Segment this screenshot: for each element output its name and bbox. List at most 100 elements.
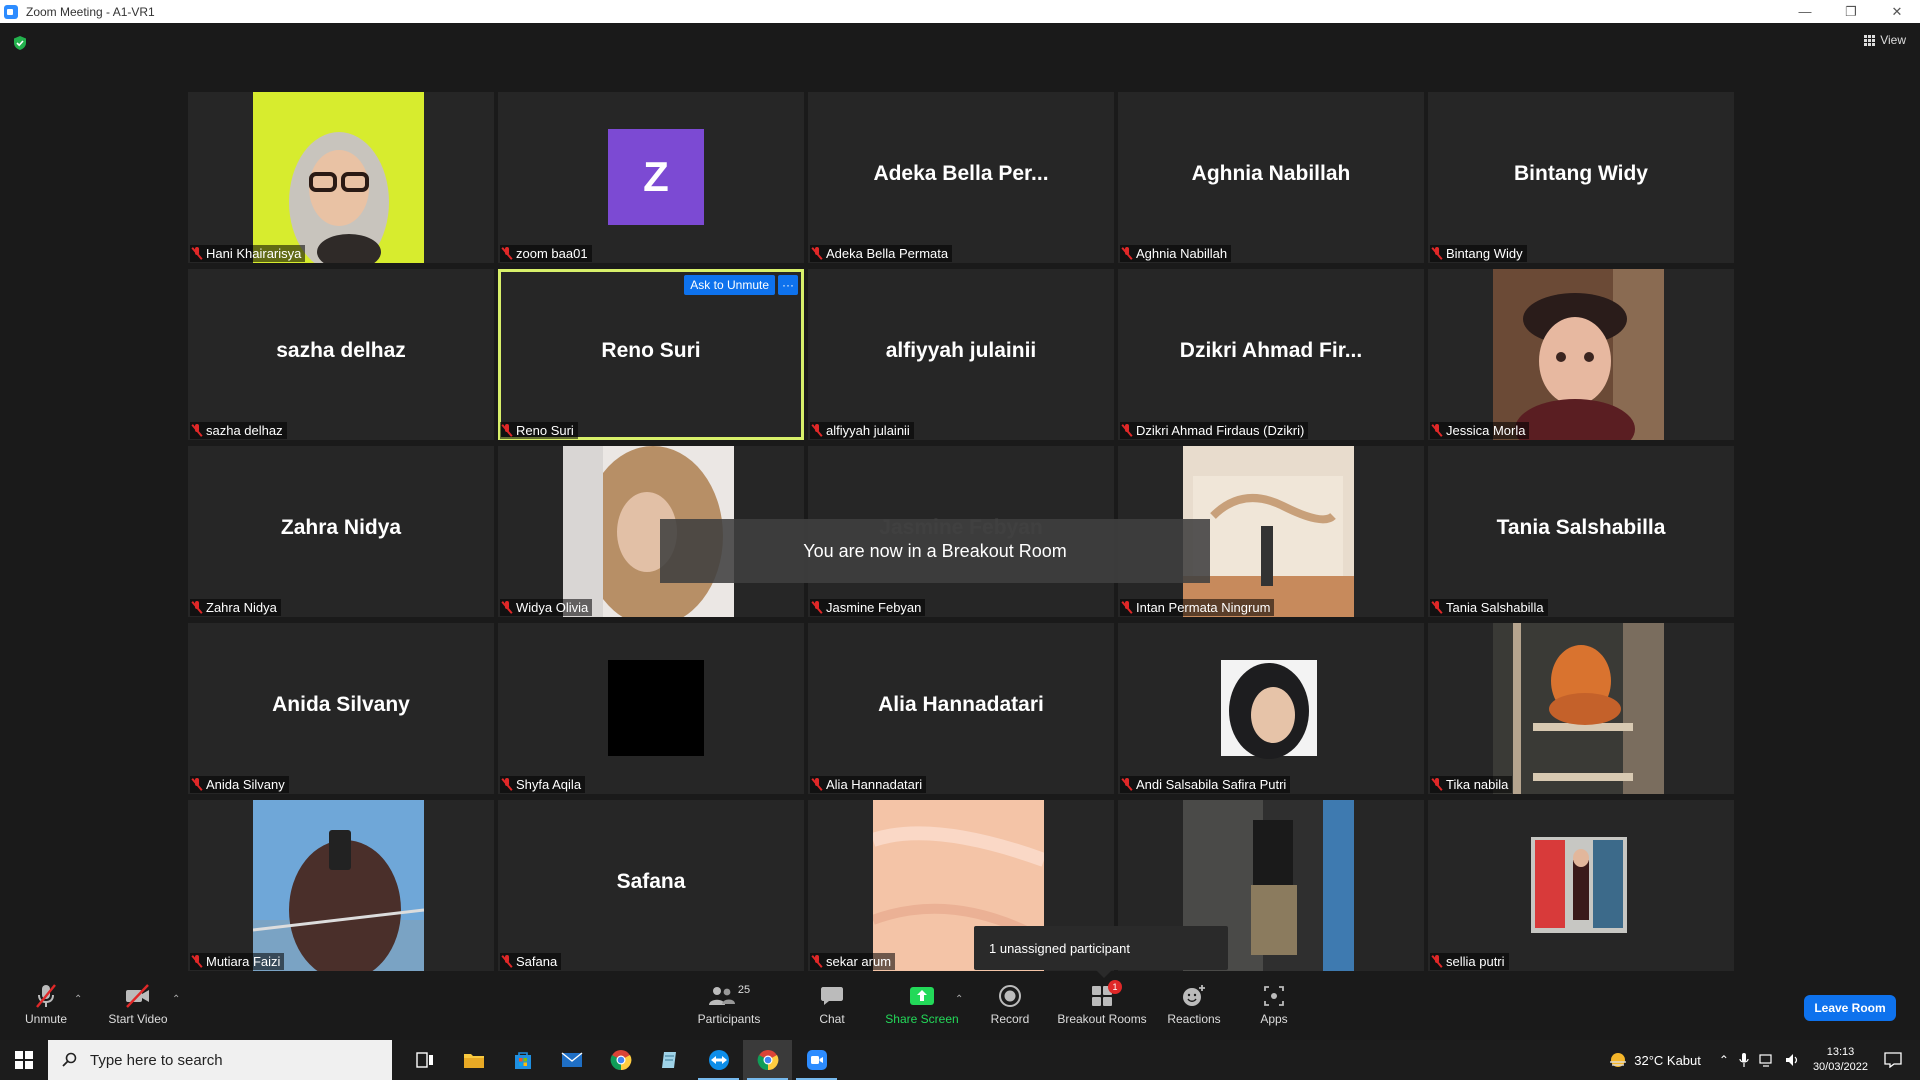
participant-tile[interactable]: Jessica Morla	[1428, 269, 1734, 440]
minimize-button[interactable]: —	[1782, 0, 1828, 23]
search-icon	[62, 1052, 77, 1067]
participant-tile[interactable]: sellia putri	[1428, 800, 1734, 971]
participant-tile[interactable]: Bintang Widy Bintang Widy	[1428, 92, 1734, 263]
microphone-muted-icon	[502, 955, 512, 968]
participant-tile[interactable]: Adeka Bella Per... Adeka Bella Permata	[808, 92, 1114, 263]
participant-name: Tania Salshabilla	[1446, 600, 1544, 615]
participant-tile[interactable]: Tania Salshabilla Tania Salshabilla	[1428, 446, 1734, 617]
participant-tile[interactable]: Anida Silvany Anida Silvany	[188, 623, 494, 794]
participant-display-name: Alia Hannadatari	[878, 693, 1044, 716]
notepad-app-button[interactable]	[645, 1040, 694, 1080]
more-options-button[interactable]: ···	[778, 275, 798, 295]
mail-button[interactable]	[547, 1040, 596, 1080]
file-explorer-button[interactable]	[449, 1040, 498, 1080]
participant-name-label: Intan Permata Ningrum	[1120, 599, 1275, 616]
notification-center-icon[interactable]	[1884, 1052, 1902, 1068]
reactions-button[interactable]: Reactions	[1166, 982, 1222, 1026]
zoom-taskbar-button[interactable]	[792, 1040, 841, 1080]
microphone-muted-icon	[1432, 601, 1442, 614]
participant-tile[interactable]: Alia Hannadatari Alia Hannadatari	[808, 623, 1114, 794]
encryption-shield-icon[interactable]	[12, 35, 28, 51]
microphone-muted-icon	[1432, 955, 1442, 968]
weather-text[interactable]: 32°C Kabut	[1634, 1053, 1701, 1068]
microphone-muted-icon	[812, 424, 822, 437]
teamviewer-button[interactable]	[694, 1040, 743, 1080]
network-icon[interactable]	[1759, 1052, 1775, 1068]
record-label: Record	[990, 1012, 1030, 1026]
breakout-rooms-label: Breakout Rooms	[1057, 1012, 1147, 1026]
start-video-button[interactable]: Start Video	[106, 982, 170, 1026]
participants-button[interactable]: 25 Participants	[694, 982, 764, 1026]
view-button[interactable]: View	[1864, 33, 1906, 47]
participant-name: Adeka Bella Permata	[826, 246, 949, 261]
microsoft-store-button[interactable]	[498, 1040, 547, 1080]
task-view-button[interactable]	[400, 1040, 449, 1080]
chrome-icon	[757, 1050, 778, 1071]
participant-display-name: Tania Salshabilla	[1496, 516, 1666, 539]
participant-name-label: Andi Salsabila Safira Putri	[1120, 776, 1291, 793]
unmute-button[interactable]: Unmute	[22, 982, 70, 1026]
microphone-muted-icon	[1122, 601, 1132, 614]
microphone-tray-icon[interactable]	[1739, 1052, 1749, 1068]
close-button[interactable]: ✕	[1874, 0, 1920, 23]
window-titlebar: Zoom Meeting - A1-VR1 — ❐ ✕	[0, 0, 1920, 23]
tray-chevron-icon[interactable]: ⌃	[1719, 1053, 1729, 1067]
taskbar-clock[interactable]: 13:13 30/03/2022	[1813, 1045, 1868, 1075]
windows-start-button[interactable]	[0, 1040, 48, 1080]
participant-tile[interactable]: Zzoom baa01	[498, 92, 804, 263]
window-title: Zoom Meeting - A1-VR1	[26, 4, 155, 19]
meeting-area: View Hani Khairarisya Zzoom baa01 Adeka Be…	[0, 23, 1920, 978]
participant-name: Intan Permata Ningrum	[1136, 600, 1271, 615]
taskbar-search-box[interactable]: Type here to search	[48, 1040, 392, 1080]
participant-tile[interactable]: Tika nabila	[1428, 623, 1734, 794]
participant-name-label: Jessica Morla	[1430, 422, 1530, 439]
participant-tile[interactable]: Shyfa Aqila	[498, 623, 804, 794]
participant-tile[interactable]: Safana Safana	[498, 800, 804, 971]
chat-label: Chat	[819, 1012, 845, 1026]
share-screen-button[interactable]: Share Screen	[884, 982, 960, 1026]
chrome-profile-button[interactable]	[743, 1040, 792, 1080]
participant-name: Bintang Widy	[1446, 246, 1523, 261]
participant-tile[interactable]: Reno Suri Ask to Unmute ··· Reno Suri	[498, 269, 804, 440]
unmute-label: Unmute	[24, 1012, 68, 1026]
participant-name: Reno Suri	[516, 423, 574, 438]
microphone-muted-icon	[1122, 778, 1132, 791]
leave-room-button[interactable]: Leave Room	[1804, 995, 1896, 1021]
chat-button[interactable]: Chat	[812, 982, 852, 1026]
participant-tile[interactable]: Zahra Nidya Zahra Nidya	[188, 446, 494, 617]
breakout-rooms-badge: 1	[1108, 980, 1122, 994]
participants-count: 25	[737, 984, 751, 996]
participant-tile[interactable]: Dzikri Ahmad Fir... Dzikri Ahmad Firdaus …	[1118, 269, 1424, 440]
folder-icon	[463, 1054, 484, 1068]
participant-tile[interactable]: alfiyyah julainii alfiyyah julainii	[808, 269, 1114, 440]
share-screen-label: Share Screen	[885, 1012, 959, 1026]
chrome-button[interactable]	[596, 1040, 645, 1080]
audio-options-caret-icon[interactable]: ⌃	[74, 994, 82, 1005]
share-options-caret-icon[interactable]: ⌃	[955, 994, 963, 1005]
participant-name-label: Tika nabila	[1430, 776, 1513, 793]
participant-avatar	[608, 660, 704, 756]
participant-video-frame	[253, 800, 424, 971]
volume-icon[interactable]	[1785, 1052, 1801, 1068]
record-button[interactable]: Record	[988, 982, 1032, 1026]
restore-button[interactable]: ❐	[1828, 0, 1874, 23]
participant-video-frame	[1493, 800, 1664, 971]
video-options-caret-icon[interactable]: ⌃	[172, 994, 180, 1005]
reactions-label: Reactions	[1167, 1012, 1221, 1026]
breakout-rooms-button[interactable]: 1 Breakout Rooms	[1056, 980, 1148, 1026]
participant-tile[interactable]: Mutiara Faizi	[188, 800, 494, 971]
participant-tile[interactable]: sazha delhaz sazha delhaz	[188, 269, 494, 440]
participant-display-name: Reno Suri	[601, 339, 701, 362]
store-bag-icon	[514, 1052, 531, 1069]
participant-name: Jessica Morla	[1446, 423, 1526, 438]
ask-to-unmute-button[interactable]: Ask to Unmute	[684, 275, 775, 295]
participant-tile[interactable]: Hani Khairarisya	[188, 92, 494, 263]
microphone-muted-icon	[812, 955, 822, 968]
participant-tile[interactable]: Aghnia Nabillah Aghnia Nabillah	[1118, 92, 1424, 263]
participant-video-frame	[1493, 269, 1664, 440]
apps-button[interactable]: Apps	[1258, 982, 1290, 1026]
participant-name-label: sekar arum	[810, 953, 896, 970]
notepad-icon	[661, 1052, 676, 1068]
participant-tile[interactable]: Andi Salsabila Safira Putri	[1118, 623, 1424, 794]
participant-name-label: Widya Olivia	[500, 599, 593, 616]
